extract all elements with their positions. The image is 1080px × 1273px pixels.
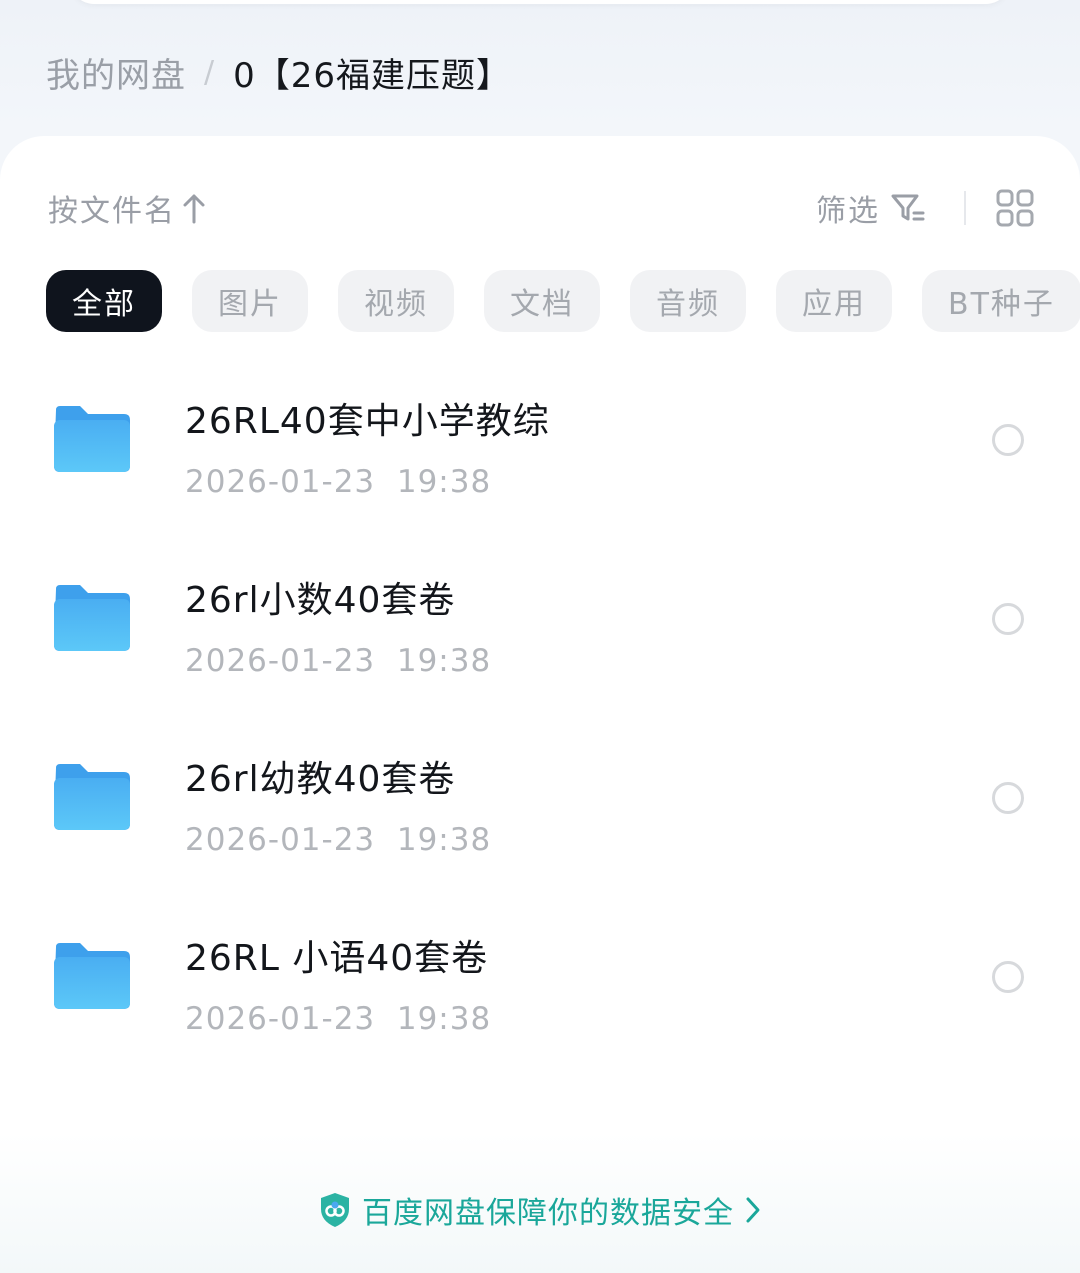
file-panel: 按文件名 筛选 全部 图片 视频 文档 音频 应用 BT种子 26RL40套中小… xyxy=(0,136,1080,1273)
select-checkbox[interactable] xyxy=(992,424,1024,456)
file-row[interactable]: 26RL40套中小学教综 2026-01-23 19:38 xyxy=(0,374,1080,553)
breadcrumb-current: 0【26福建压题】 xyxy=(233,56,512,96)
sort-toolbar: 按文件名 筛选 xyxy=(48,186,1034,230)
chip-documents[interactable]: 文档 xyxy=(484,270,600,332)
file-date: 2026-01-23 19:38 xyxy=(185,1001,492,1037)
folder-icon xyxy=(54,585,130,651)
filter-label: 筛选 xyxy=(816,194,880,229)
chip-bt-torrents[interactable]: BT种子 xyxy=(922,270,1080,332)
top-search-strip xyxy=(70,0,1010,4)
file-name: 26rl幼教40套卷 xyxy=(185,759,456,800)
grid-view-icon[interactable] xyxy=(996,189,1034,227)
chevron-right-icon xyxy=(746,1197,760,1223)
file-texts: 26RL 小语40套卷 2026-01-23 19:38 xyxy=(185,929,491,1037)
select-checkbox[interactable] xyxy=(992,603,1024,635)
chip-all[interactable]: 全部 xyxy=(46,270,162,332)
file-date: 2026-01-23 19:38 xyxy=(185,643,492,679)
file-name: 26rl小数40套卷 xyxy=(185,580,456,621)
file-date: 2026-01-23 19:38 xyxy=(185,822,492,858)
select-checkbox[interactable] xyxy=(992,961,1024,993)
toolbar-right: 筛选 xyxy=(816,186,1034,230)
arrow-up-icon xyxy=(183,194,205,224)
category-chips: 全部 图片 视频 文档 音频 应用 BT种子 xyxy=(46,270,1080,332)
chip-apps[interactable]: 应用 xyxy=(776,270,892,332)
file-row[interactable]: 26RL 小语40套卷 2026-01-23 19:38 xyxy=(0,911,1080,1090)
security-banner[interactable]: 百度网盘保障你的数据安全 xyxy=(0,1188,1080,1232)
filter-button[interactable]: 筛选 xyxy=(816,186,926,230)
folder-icon xyxy=(54,764,130,830)
file-row[interactable]: 26rl幼教40套卷 2026-01-23 19:38 xyxy=(0,732,1080,911)
file-texts: 26RL40套中小学教综 2026-01-23 19:38 xyxy=(185,392,550,500)
sort-label: 按文件名 xyxy=(48,194,176,229)
security-text: 百度网盘保障你的数据安全 xyxy=(362,1196,734,1231)
select-checkbox[interactable] xyxy=(992,782,1024,814)
shield-icon xyxy=(321,1193,349,1227)
toolbar-divider xyxy=(964,191,966,225)
file-texts: 26rl幼教40套卷 2026-01-23 19:38 xyxy=(185,750,491,858)
file-list: 26RL40套中小学教综 2026-01-23 19:38 26rl小数40套卷… xyxy=(0,374,1080,1090)
file-date: 2026-01-23 19:38 xyxy=(185,464,492,500)
sort-button[interactable]: 按文件名 xyxy=(48,186,206,230)
folder-icon xyxy=(54,943,130,1009)
file-row[interactable]: 26rl小数40套卷 2026-01-23 19:38 xyxy=(0,553,1080,732)
filter-icon xyxy=(891,194,925,221)
chip-audio[interactable]: 音频 xyxy=(630,270,746,332)
folder-icon xyxy=(54,406,130,472)
breadcrumb-separator: / xyxy=(204,55,216,90)
breadcrumb-root[interactable]: 我的网盘 xyxy=(46,48,186,97)
file-name: 26RL40套中小学教综 xyxy=(185,401,550,442)
file-texts: 26rl小数40套卷 2026-01-23 19:38 xyxy=(185,571,491,679)
chip-videos[interactable]: 视频 xyxy=(338,270,454,332)
chip-images[interactable]: 图片 xyxy=(192,270,308,332)
breadcrumb: 我的网盘 / 0【26福建压题】 xyxy=(46,48,511,97)
file-name: 26RL 小语40套卷 xyxy=(185,938,489,979)
